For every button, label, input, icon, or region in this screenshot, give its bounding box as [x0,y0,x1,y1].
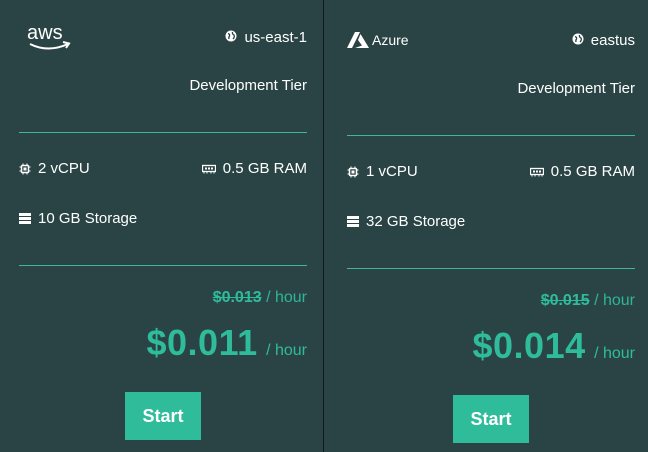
current-price: $0.014 / hour [473,325,635,367]
ram-text: 0.5 GB RAM [222,160,307,177]
start-button[interactable]: Start [453,395,529,443]
cpu-spec: 2 vCPU [19,160,90,177]
current-price-value: $0.011 [146,322,258,363]
original-price: $0.015 / hour [541,292,635,310]
original-price-value: $0.015 [540,292,590,309]
cpu-spec: 1 vCPU [347,163,418,180]
current-price-value: $0.014 [472,325,586,366]
memory-icon [201,163,216,175]
aws-logo: aws [26,22,74,59]
globe-icon [225,29,237,46]
cpu-chip-icon [19,163,31,175]
divider [19,265,307,266]
region-label: us-east-1 [225,29,307,46]
cpu-text: 2 vCPU [38,160,90,177]
divider [347,268,635,269]
current-price: $0.011 / hour [147,322,308,364]
storage-icon [19,213,31,225]
memory-icon [529,166,544,178]
storage-text: 32 GB Storage [366,213,466,230]
original-price-value: $0.013 [212,289,262,306]
storage-spec: 32 GB Storage [347,213,465,230]
current-price-unit: / hour [594,345,635,362]
tier-label: Development Tier [189,77,307,94]
aws-logo-text: aws [27,22,63,44]
storage-icon [347,216,359,228]
ram-text: 0.5 GB RAM [550,163,635,180]
original-price-unit: / hour [266,289,307,306]
pricing-card-azure: Azure eastus Development Tier 1 vCPU 0.5… [324,0,648,452]
cpu-chip-icon [347,166,359,178]
original-price: $0.013 / hour [213,289,307,307]
start-button[interactable]: Start [125,392,201,440]
original-price-unit: / hour [594,292,635,309]
region-label: eastus [572,32,635,49]
ram-spec: 0.5 GB RAM [201,160,307,177]
storage-text: 10 GB Storage [38,210,138,227]
current-price-unit: / hour [266,342,307,359]
pricing-card-aws: aws us-east-1 Development Tier 2 vCPU 0.… [0,0,323,452]
region-text: eastus [590,32,635,49]
cpu-text: 1 vCPU [366,163,418,180]
globe-icon [572,32,584,49]
azure-logo: Azure [347,32,409,48]
azure-logo-text: Azure [372,32,409,48]
ram-spec: 0.5 GB RAM [529,163,635,180]
divider [347,135,635,136]
region-text: us-east-1 [244,29,307,46]
divider [19,132,307,133]
storage-spec: 10 GB Storage [19,210,137,227]
azure-icon [347,32,369,48]
tier-label: Development Tier [517,80,635,97]
